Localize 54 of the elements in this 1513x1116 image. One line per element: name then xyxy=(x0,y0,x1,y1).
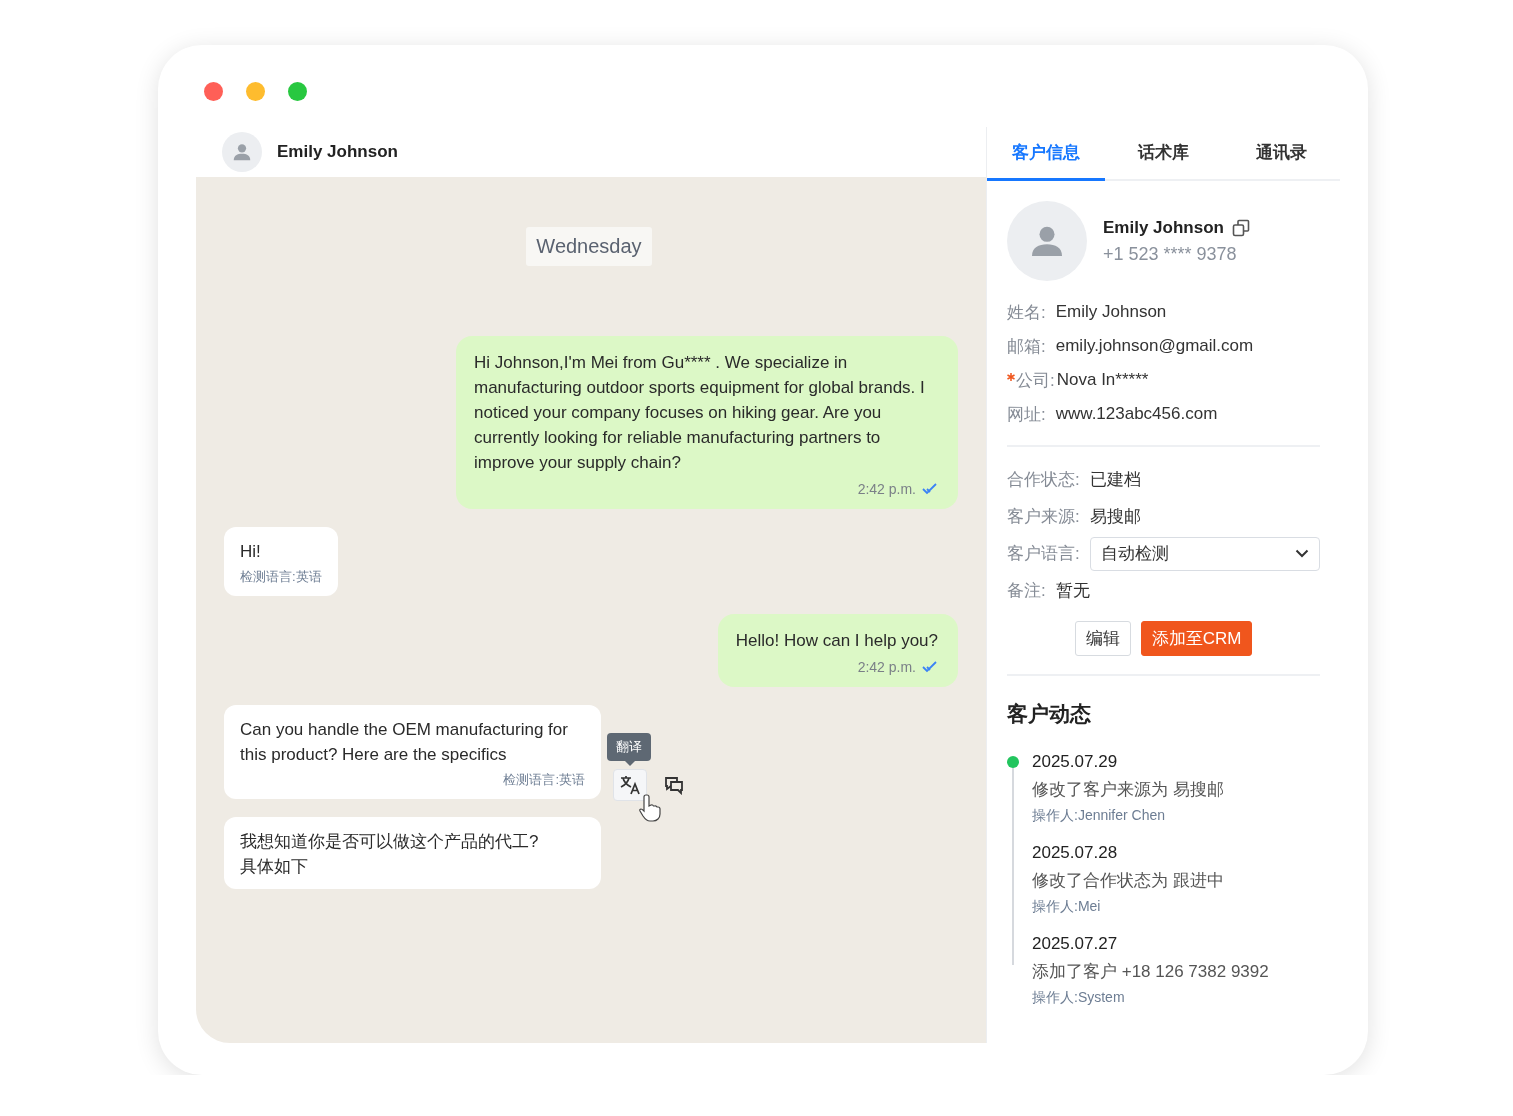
tab[interactable]: 客户信息 xyxy=(987,127,1105,181)
translate-button[interactable] xyxy=(613,769,647,801)
entry-action: 修改了客户来源为 易搜邮 xyxy=(1032,779,1225,801)
field-label: 邮箱: xyxy=(1007,335,1046,358)
field-value: 已建档 xyxy=(1089,469,1141,491)
person-icon xyxy=(231,141,253,163)
field-label: 备注: xyxy=(1007,580,1046,602)
customer-name: Emily Johnson xyxy=(1103,217,1224,238)
entry-operator: 操作人:Jennifer Chen xyxy=(1032,807,1167,825)
language-select[interactable]: 自动检测 xyxy=(1089,536,1320,571)
message-text: Hi! xyxy=(240,541,262,563)
minimize-dot[interactable] xyxy=(246,82,265,101)
message-text: Hi Johnson,I'm Mei from Gu**** . We specialize in manufacturing outdoor sports equipment for global brands. I noticed your company focuses on hiking gear. Are you currently looking for reliable manufacturing partners to improve your supply chain? xyxy=(474,352,926,474)
entry-date: 2025.07.28 xyxy=(1032,843,1119,863)
field-label: 合作状态: xyxy=(1007,469,1080,491)
close-dot[interactable] xyxy=(204,82,223,101)
chevron-down-icon xyxy=(1295,549,1309,558)
message-time: 2:42 p.m. xyxy=(857,481,916,497)
copy-icon[interactable] xyxy=(1231,218,1250,237)
field-label: 姓名: xyxy=(1007,301,1046,324)
entry-action: 添加了客户 +18 126 7382 9392 xyxy=(1032,961,1270,983)
message-text: 我想知道你是否可以做这个产品的代工? 具体如下 xyxy=(240,831,540,878)
tab[interactable]: 话术库 xyxy=(1104,127,1223,181)
field-label: 客户来源: xyxy=(1007,506,1080,528)
speech-bubbles-icon xyxy=(663,775,685,795)
entry-operator: 操作人:System xyxy=(1032,989,1126,1007)
entry-action: 修改了合作状态为 跟进中 xyxy=(1032,870,1225,892)
translate-icon xyxy=(619,775,641,795)
field-label: 客户语言: xyxy=(1007,543,1080,565)
field-label: 公司: xyxy=(1016,369,1055,392)
contact-name: Emily Johnson xyxy=(277,142,398,162)
detected-language: 检测语言:英语 xyxy=(240,568,322,586)
detected-language: 检测语言:英语 xyxy=(503,771,585,789)
field-value: Nova In***** xyxy=(1056,370,1149,390)
phone-number: +1 523 **** 9378 xyxy=(1103,243,1238,265)
entry-date: 2025.07.27 xyxy=(1032,934,1119,954)
field-value: 暂无 xyxy=(1055,580,1090,602)
field-value: www.123abc456.com xyxy=(1055,404,1218,424)
edit-button[interactable]: 编辑 xyxy=(1074,621,1131,656)
field-value: 易搜邮 xyxy=(1089,506,1141,528)
section-title: 客户动态 xyxy=(1007,701,1092,727)
tab[interactable]: 通讯录 xyxy=(1222,127,1340,181)
entry-date: 2025.07.29 xyxy=(1032,752,1119,772)
maximize-dot[interactable] xyxy=(288,82,307,101)
field-value: Emily Johnson xyxy=(1055,302,1167,322)
check-icon xyxy=(922,661,938,673)
field-label: 网址: xyxy=(1007,403,1046,426)
check-icon xyxy=(922,483,938,495)
entry-operator: 操作人:Mei xyxy=(1032,898,1102,916)
message-text: Can you handle the OEM manufacturing for this product? Here are the specifics xyxy=(240,719,569,766)
field-value: emily.johnson@gmail.com xyxy=(1055,336,1254,356)
message-text: Hello! How can I help you? xyxy=(735,630,938,652)
message-time: 2:42 p.m. xyxy=(857,659,916,675)
date-chip: Wednesday xyxy=(526,227,652,266)
